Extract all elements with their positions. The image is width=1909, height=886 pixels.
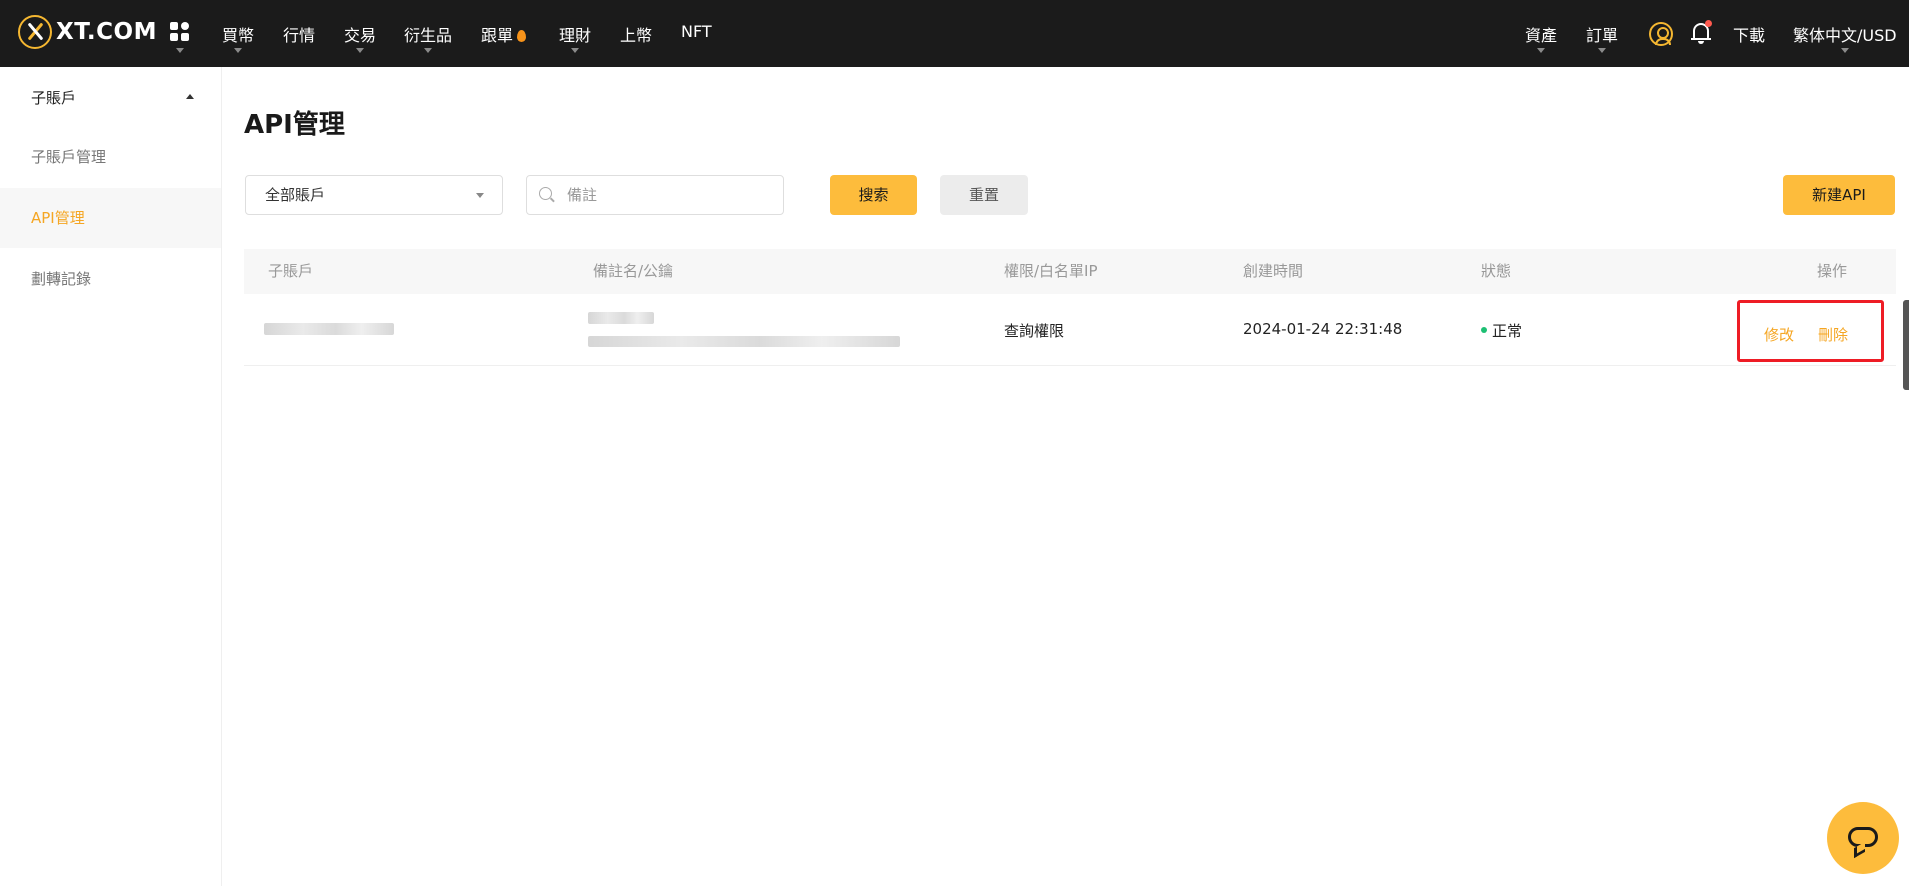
nav-trade[interactable]: 交易 (344, 22, 376, 46)
sidebar-item-api-management[interactable]: API管理 (0, 188, 221, 248)
chevron-down-icon (424, 48, 432, 53)
account-select-value: 全部賬戶 (265, 186, 326, 204)
new-api-button[interactable]: 新建API (1783, 175, 1895, 215)
redacted-public-key (588, 336, 900, 347)
nav-listing[interactable]: 上幣 (620, 22, 652, 46)
status-cell: 正常 (1481, 320, 1522, 341)
nav-buy-coin[interactable]: 買幣 (222, 22, 254, 46)
nav-copy-trading[interactable]: 跟單 (481, 22, 527, 46)
nav-orders[interactable]: 訂單 (1586, 22, 1618, 46)
reset-button[interactable]: 重置 (940, 175, 1028, 215)
edit-api-link[interactable]: 修改 (1764, 324, 1794, 345)
search-button[interactable]: 搜索 (830, 175, 917, 215)
sidebar-item-transfer-records[interactable]: 劃轉記錄 (0, 249, 221, 309)
chevron-down-icon (1537, 48, 1545, 53)
search-icon (539, 187, 555, 203)
sidebar: 子賬戶 子賬戶管理 API管理 劃轉記錄 (0, 67, 222, 886)
search-box (526, 175, 784, 215)
xt-logo-icon (18, 15, 52, 49)
chevron-down-icon (476, 193, 484, 198)
notification-dot (1705, 20, 1712, 27)
chat-bubble-icon (1848, 827, 1878, 847)
nav-assets[interactable]: 資產 (1525, 22, 1557, 46)
nav-download[interactable]: 下載 (1733, 22, 1765, 46)
created-time-cell: 2024-01-24 22:31:48 (1243, 320, 1403, 338)
chevron-down-icon (1841, 48, 1849, 53)
page-title: API管理 (244, 110, 345, 140)
grid-icon[interactable] (170, 22, 190, 42)
table-header: 子賬戶 備註名/公鑰 權限/白名單IP 創建時間 狀態 操作 (244, 249, 1896, 294)
side-drawer-handle[interactable] (1903, 300, 1909, 390)
table-row: 查詢權限 2024-01-24 22:31:48 正常 (244, 294, 1896, 366)
flame-icon (517, 30, 527, 42)
sidebar-item-subaccount-management[interactable]: 子賬戶管理 (0, 127, 221, 187)
redacted-subaccount (264, 323, 394, 335)
chevron-down-icon (571, 48, 579, 53)
status-label: 正常 (1492, 322, 1523, 340)
bell-icon[interactable] (1691, 20, 1712, 45)
status-dot-icon (1481, 327, 1487, 333)
chevron-down-icon (1598, 48, 1606, 53)
user-icon[interactable] (1649, 22, 1673, 46)
language-currency-selector[interactable]: 繁体中文/USD (1793, 22, 1897, 46)
column-header-created-time: 創建時間 (1243, 262, 1304, 280)
nav-nft[interactable]: NFT (681, 22, 712, 41)
column-header-status: 狀態 (1481, 262, 1512, 280)
column-header-actions: 操作 (1817, 262, 1848, 280)
column-header-remark-publickey: 備註名/公鑰 (593, 262, 674, 280)
remark-search-input[interactable] (567, 176, 777, 214)
actions-highlight-box: 修改 刪除 (1737, 300, 1884, 362)
column-header-permission: 權限/白名單IP (1004, 262, 1098, 280)
nav-markets[interactable]: 行情 (283, 22, 315, 46)
xt-logo[interactable]: XT.COM (18, 14, 157, 50)
nav-earn[interactable]: 理財 (559, 22, 591, 46)
nav-copy-trading-label: 跟單 (481, 26, 514, 45)
chat-support-button[interactable] (1827, 802, 1899, 874)
permission-cell: 查詢權限 (1004, 322, 1065, 340)
top-navigation-bar: XT.COM 買幣 行情 交易 衍生品 跟單 理財 上幣 NFT 資產 訂單 下… (0, 0, 1909, 67)
column-header-subaccount: 子賬戶 (268, 262, 314, 280)
redacted-remark (588, 312, 654, 324)
chevron-down-icon (356, 48, 364, 53)
chevron-down-icon (176, 48, 184, 53)
account-select[interactable]: 全部賬戶 (245, 175, 503, 215)
sidebar-group-subaccount[interactable]: 子賬戶 (31, 87, 76, 108)
delete-api-link[interactable]: 刪除 (1818, 324, 1848, 345)
nav-derivatives[interactable]: 衍生品 (404, 22, 452, 46)
logo-text: XT.COM (56, 19, 157, 45)
chevron-down-icon (234, 48, 242, 53)
chevron-up-icon[interactable] (186, 94, 194, 99)
